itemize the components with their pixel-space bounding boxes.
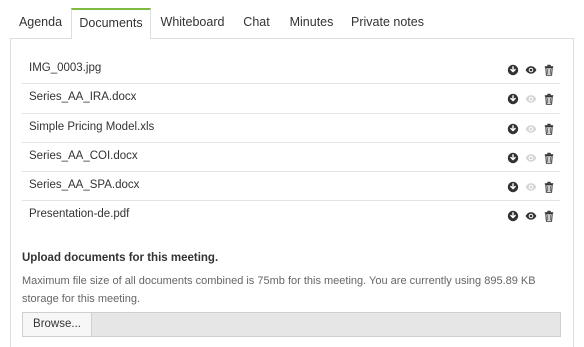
file-name-link[interactable]: Presentation-de.pdf (29, 208, 129, 220)
trash-icon[interactable] (543, 123, 555, 135)
tab-bar: Agenda Documents Whiteboard Chat Minutes… (10, 8, 574, 39)
file-row: Series_AA_SPA.docx (22, 172, 560, 202)
file-name-link[interactable]: Simple Pricing Model.xls (29, 121, 154, 133)
trash-icon[interactable] (543, 152, 555, 164)
upload-title: Upload documents for this meeting. (22, 252, 219, 264)
file-name-link[interactable]: Series_AA_SPA.docx (29, 179, 139, 191)
trash-icon[interactable] (543, 64, 555, 76)
tab-private-notes[interactable]: Private notes (344, 8, 431, 38)
download-icon[interactable] (507, 123, 519, 135)
file-actions (501, 181, 555, 193)
download-icon[interactable] (507, 152, 519, 164)
eye-icon (525, 183, 537, 191)
trash-icon[interactable] (543, 210, 555, 223)
file-row: IMG_0003.jpg (22, 55, 560, 85)
file-actions (501, 93, 555, 105)
file-list: IMG_0003.jpg Series_AA_IRA.docx Simple Pri… (22, 55, 560, 231)
upload-description: Maximum file size of all documents combi… (22, 275, 536, 305)
download-icon[interactable] (507, 64, 519, 76)
tab-chat[interactable]: Chat (234, 8, 279, 38)
tab-agenda[interactable]: Agenda (10, 8, 71, 38)
file-upload-control[interactable]: Browse... (22, 312, 561, 337)
file-row: Simple Pricing Model.xls (22, 114, 560, 143)
download-icon[interactable] (507, 210, 519, 222)
file-actions (501, 210, 555, 223)
file-path-field[interactable] (92, 313, 560, 336)
file-row: Series_AA_COI.docx (22, 143, 560, 173)
eye-icon (525, 95, 537, 103)
download-icon[interactable] (507, 93, 519, 105)
tab-documents[interactable]: Documents (71, 8, 151, 39)
trash-icon[interactable] (543, 181, 555, 193)
tab-minutes[interactable]: Minutes (279, 8, 344, 38)
eye-icon[interactable] (525, 210, 537, 222)
file-row: Presentation-de.pdf (22, 201, 560, 230)
file-actions (501, 152, 555, 164)
file-name-link[interactable]: Series_AA_COI.docx (29, 150, 138, 162)
trash-icon[interactable] (543, 93, 555, 105)
browse-button[interactable]: Browse... (23, 313, 92, 336)
eye-icon (525, 154, 537, 162)
eye-icon (525, 124, 537, 133)
tab-whiteboard[interactable]: Whiteboard (151, 8, 234, 38)
file-actions (501, 64, 555, 76)
file-row: Series_AA_IRA.docx (22, 84, 560, 114)
file-actions (501, 123, 555, 135)
file-name-link[interactable]: Series_AA_IRA.docx (29, 91, 136, 103)
download-icon[interactable] (507, 181, 519, 193)
file-name-link[interactable]: IMG_0003.jpg (29, 62, 101, 74)
eye-icon[interactable] (525, 64, 537, 76)
documents-panel: IMG_0003.jpg Series_AA_IRA.docx Simple Pri… (10, 38, 574, 347)
